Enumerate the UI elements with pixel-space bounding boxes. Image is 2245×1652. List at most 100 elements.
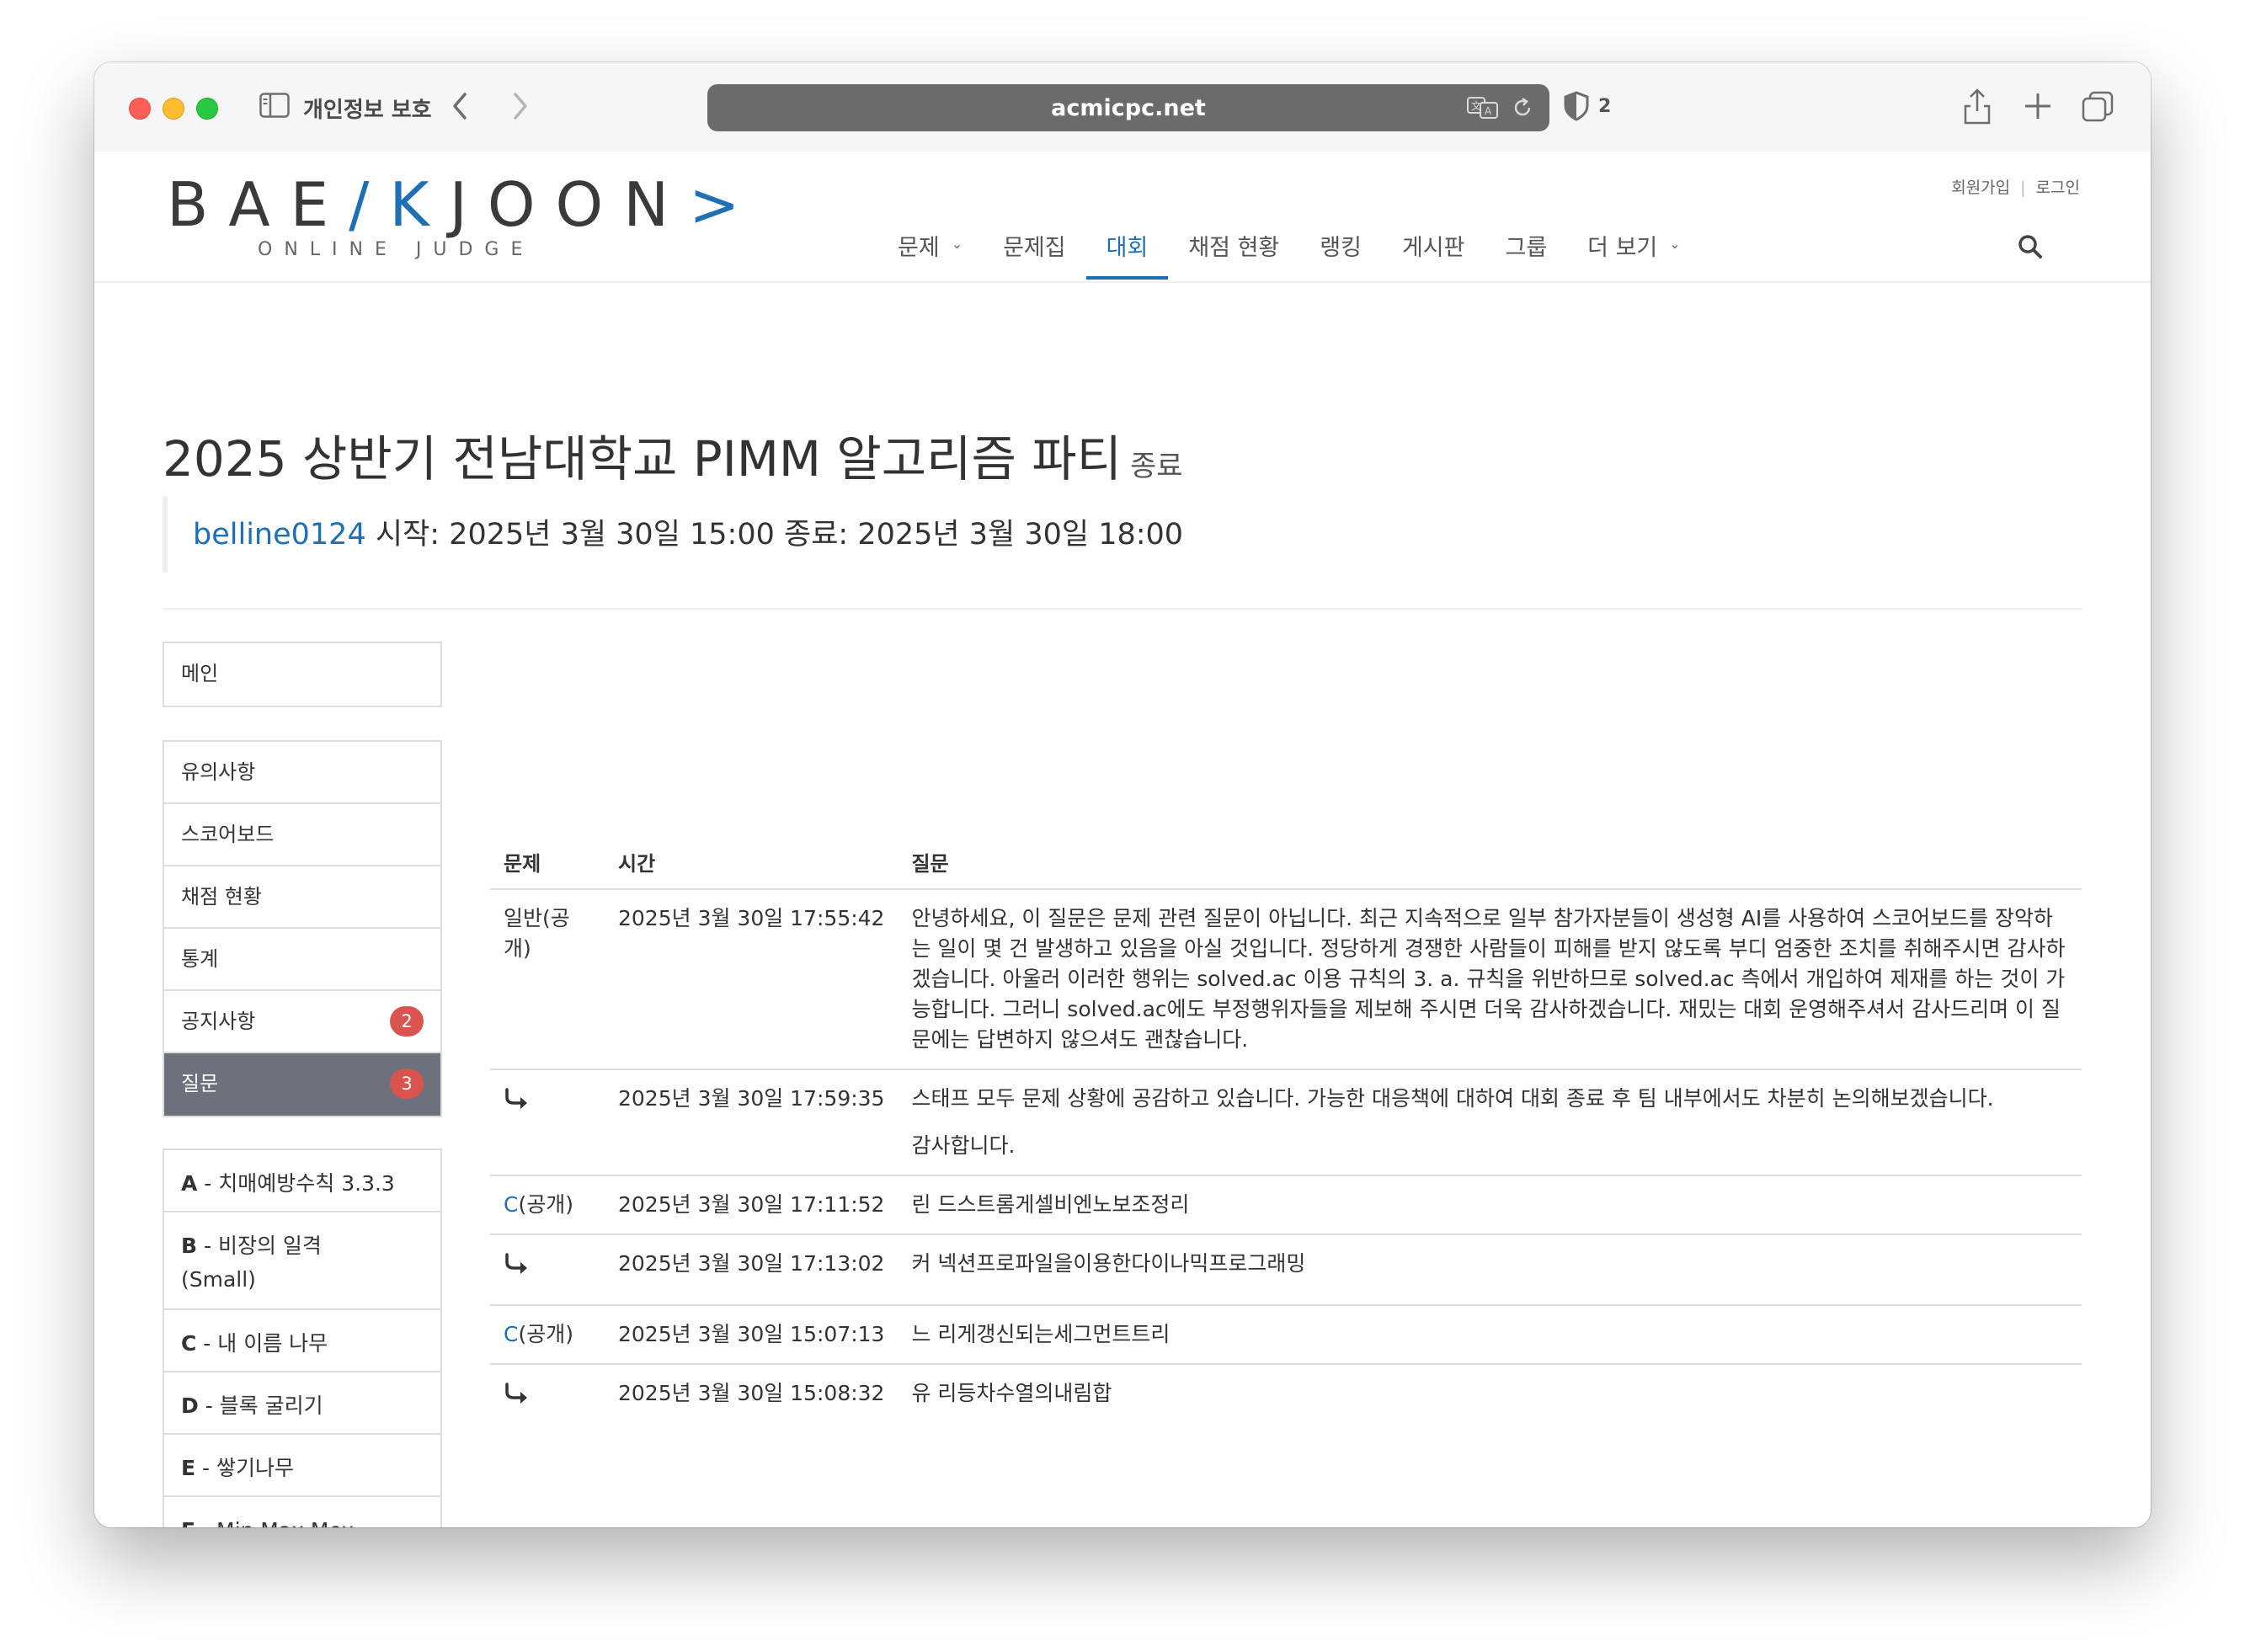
question-text: 느 리게갱신되는세그먼트트리 — [911, 1322, 1170, 1346]
question-row: 일반(공개) 2025년 3월 30일 17:55:42 안녕하세요, 이 질문… — [490, 889, 2082, 1069]
main-nav: 문제 ⌄ 문제집 대회 채점 현황 랭킹 게시판 그룹 더 보기 ⌄ — [877, 222, 1701, 281]
menu-item-notices[interactable]: 공지사항 2 — [164, 991, 440, 1053]
browser-toolbar: 개인정보 보호 acmicpc.net 文 A 2 — [94, 62, 2151, 152]
answer-row: 2025년 3월 30일 17:13:02 커 넥션프로파일을이용한다이나믹프로… — [490, 1234, 2082, 1306]
problem-item-f[interactable]: F - Min Max Mex — [164, 1497, 440, 1527]
tab-group-label[interactable]: 개인정보 보호 — [303, 93, 432, 124]
sidebar-icon[interactable] — [259, 93, 290, 118]
nav-problems[interactable]: 문제 ⌄ — [877, 222, 983, 280]
site-header: BAE/KJOON> ONLINE JUDGE 회원가입 | 로그인 문제 ⌄ 문제집… — [94, 152, 2151, 283]
table-header-row: 문제 시간 질문 — [490, 830, 2082, 890]
column-header-time: 시간 — [605, 830, 899, 890]
column-header-question: 질문 — [898, 830, 2082, 890]
problem-item-a[interactable]: A - 치매예방수칙 3.3.3 — [164, 1150, 440, 1212]
privacy-shield-icon[interactable] — [1563, 91, 1590, 121]
reload-icon[interactable] — [1511, 96, 1534, 120]
translate-icon[interactable]: 文 A — [1467, 96, 1499, 120]
nav-ranking[interactable]: 랭킹 — [1299, 222, 1382, 280]
share-icon[interactable] — [1962, 88, 1992, 125]
divider — [163, 608, 2082, 610]
answer-row: 2025년 3월 30일 17:59:35 스태프 모두 문제 상황에 공감하고… — [490, 1068, 2082, 1176]
question-problem: C(공개) — [504, 1192, 573, 1217]
answer-time: 2025년 3월 30일 15:08:32 — [605, 1363, 899, 1429]
problem-link[interactable]: C — [504, 1192, 518, 1217]
problem-item-c[interactable]: C - 내 이름 나무 — [164, 1310, 440, 1372]
contest-status: 종료 — [1130, 450, 1183, 483]
contest-menu-main: 메인 — [163, 642, 442, 707]
browser-window: 개인정보 보호 acmicpc.net 文 A 2 BAE/KJOON> ONL… — [94, 62, 2151, 1527]
problem-item-d[interactable]: D - 블록 굴리기 — [164, 1372, 440, 1435]
menu-item-main[interactable]: 메인 — [164, 643, 440, 706]
answer-body: 스태프 모두 문제 상황에 공감하고 있습니다. 가능한 대응책에 대하여 대회… — [898, 1068, 2082, 1176]
contest-end-time: 2025년 3월 30일 18:00 — [857, 518, 1184, 552]
question-count-badge: 3 — [390, 1068, 424, 1099]
contest-title: 2025 상반기 전남대학교 PIMM 알고리즘 파티 종료 — [163, 430, 1183, 488]
chevron-down-icon: ⌄ — [951, 236, 963, 252]
forward-icon[interactable] — [507, 91, 532, 121]
logo-wordmark: BAE/KJOON> — [167, 169, 760, 240]
site-logo[interactable]: BAE/KJOON> ONLINE JUDGE — [167, 173, 760, 260]
reply-arrow-icon — [505, 1383, 527, 1404]
new-tab-icon[interactable] — [2023, 91, 2053, 121]
problem-item-b[interactable]: B - 비장의 일격 (Small) — [164, 1212, 358, 1308]
svg-text:文: 文 — [1471, 99, 1481, 112]
nav-contests[interactable]: 대회 — [1085, 222, 1169, 280]
nav-workbooks[interactable]: 문제집 — [983, 222, 1086, 280]
question-row: C(공개) 2025년 3월 30일 17:11:52 린 드스트롬게셀비엔노보… — [490, 1175, 2082, 1234]
column-header-problem: 문제 — [490, 830, 605, 890]
nav-status[interactable]: 채점 현황 — [1168, 222, 1299, 280]
question-time: 2025년 3월 30일 17:11:52 — [618, 1192, 885, 1217]
answer-row: 2025년 3월 30일 15:08:32 유 리등차수열의내림합 — [490, 1363, 2082, 1429]
questions-table: 문제 시간 질문 일반(공개) 2025년 3월 30일 17:55:42 안녕… — [490, 830, 2082, 1429]
answer-time: 2025년 3월 30일 17:59:35 — [605, 1068, 899, 1176]
nav-more[interactable]: 더 보기 ⌄ — [1567, 222, 1701, 280]
question-text: 린 드스트롬게셀비엔노보조정리 — [911, 1192, 1190, 1217]
back-icon[interactable] — [448, 91, 473, 121]
answer-text: 스태프 모두 문제 상황에 공감하고 있습니다. 가능한 대응책에 대하여 대회… — [911, 1086, 1994, 1111]
minimize-window-button[interactable] — [163, 98, 184, 120]
question-text: 안녕하세요, 이 질문은 문제 관련 질문이 아닙니다. 최근 지속적으로 일부… — [911, 906, 2066, 1052]
question-problem: 일반(공개) — [504, 906, 570, 961]
nav-board[interactable]: 게시판 — [1382, 222, 1485, 280]
signup-link[interactable]: 회원가입 — [1951, 179, 2010, 197]
answer-text: 커 넥션프로파일을이용한다이나믹프로그래밍 — [898, 1234, 2082, 1306]
menu-item-statistics[interactable]: 통계 — [164, 929, 440, 991]
answer-marker — [490, 1363, 605, 1429]
address-bar[interactable]: acmicpc.net 文 A — [707, 84, 1549, 131]
url-text: acmicpc.net — [1051, 95, 1206, 121]
svg-text:A: A — [1485, 105, 1492, 117]
reply-arrow-icon — [505, 1253, 527, 1274]
chevron-down-icon: ⌄ — [1669, 236, 1681, 252]
problem-item-e[interactable]: E - 쌓기나무 — [164, 1435, 440, 1497]
answer-marker — [490, 1234, 605, 1306]
search-icon[interactable] — [2016, 232, 2045, 261]
logo-subtitle: ONLINE JUDGE — [258, 239, 535, 260]
menu-item-scoreboard[interactable]: 스코어보드 — [164, 804, 440, 866]
answer-text-extra: 감사합니다. — [911, 1133, 1016, 1158]
menu-item-notes[interactable]: 유의사항 — [164, 742, 440, 804]
problem-link[interactable]: C — [504, 1322, 518, 1346]
menu-item-questions[interactable]: 질문 3 — [164, 1053, 440, 1116]
question-time: 2025년 3월 30일 17:55:42 — [618, 906, 885, 930]
login-link[interactable]: 로그인 — [2036, 179, 2080, 197]
contest-meta: belline0124 시작: 2025년 3월 30일 15:00 종료: 2… — [163, 497, 1183, 573]
contest-start-time: 2025년 3월 30일 15:00 — [449, 518, 775, 552]
account-links: 회원가입 | 로그인 — [1951, 175, 2080, 198]
answer-time: 2025년 3월 30일 17:13:02 — [605, 1234, 899, 1306]
question-problem: C(공개) — [504, 1322, 573, 1346]
reply-arrow-icon — [505, 1088, 527, 1109]
close-window-button[interactable] — [129, 98, 151, 120]
contest-organizer-link[interactable]: belline0124 — [193, 518, 366, 552]
menu-item-status[interactable]: 채점 현황 — [164, 866, 440, 929]
question-row: C(공개) 2025년 3월 30일 15:07:13 느 리게갱신되는세그먼트… — [490, 1305, 2082, 1364]
problem-list: A - 치매예방수칙 3.3.3 B - 비장의 일격 (Small) C - … — [163, 1148, 442, 1527]
nav-groups[interactable]: 그룹 — [1485, 222, 1567, 280]
tab-overview-icon[interactable] — [2082, 91, 2114, 123]
zoom-window-button[interactable] — [196, 98, 218, 120]
link-separator: | — [2020, 179, 2026, 197]
contest-menu: 유의사항 스코어보드 채점 현황 통계 공지사항 2 질문 3 — [163, 740, 442, 1117]
privacy-tracker-count: 2 — [1598, 96, 1612, 117]
question-time: 2025년 3월 30일 15:07:13 — [618, 1322, 885, 1346]
notice-count-badge: 2 — [390, 1006, 424, 1036]
answer-text: 유 리등차수열의내림합 — [898, 1363, 2082, 1429]
